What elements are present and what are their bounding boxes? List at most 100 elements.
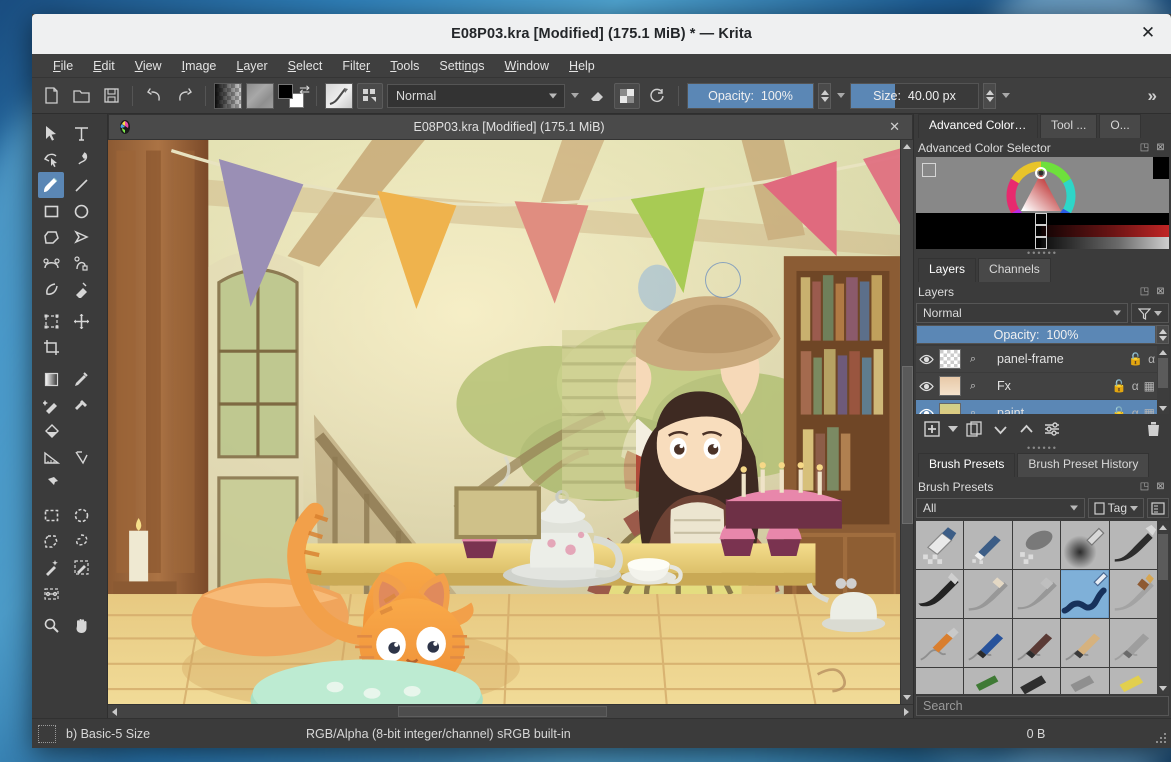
- brush-preset-item[interactable]: [1061, 521, 1108, 569]
- edit-brush-settings-icon[interactable]: [357, 83, 383, 109]
- vertical-scroll-thumb[interactable]: [902, 366, 913, 524]
- delete-layer-button[interactable]: [1141, 418, 1165, 440]
- brush-preset-item[interactable]: [1110, 668, 1157, 694]
- brush-preset-item[interactable]: [1110, 619, 1157, 667]
- foreground-background-color-icon[interactable]: ⇄: [278, 83, 308, 109]
- brush-preset-item[interactable]: [964, 570, 1011, 618]
- shade-row-1[interactable]: [916, 213, 1169, 225]
- resize-grip-icon[interactable]: [1154, 731, 1168, 745]
- brush-preset-item[interactable]: [1061, 668, 1108, 694]
- window-close-button[interactable]: ✕: [1135, 21, 1161, 47]
- blending-mode-combo[interactable]: Normal: [387, 84, 565, 108]
- layer-alpha-icon[interactable]: α: [1132, 379, 1139, 393]
- close-docker-icon[interactable]: ⊠: [1154, 285, 1167, 298]
- add-tag-button[interactable]: Tag: [1088, 498, 1144, 518]
- freehand-brush-tool[interactable]: [38, 172, 64, 198]
- fill-tool[interactable]: [38, 418, 64, 444]
- brush-preset-item[interactable]: [1013, 668, 1060, 694]
- layer-alpha-icon[interactable]: α: [1148, 352, 1155, 366]
- layer-filter-button[interactable]: [1131, 303, 1169, 323]
- tab-overview[interactable]: O...: [1099, 114, 1140, 138]
- assistant-tool[interactable]: [68, 444, 94, 470]
- brush-preset-item[interactable]: [1110, 570, 1157, 618]
- polygon-tool[interactable]: [38, 224, 64, 250]
- brush-preset-item[interactable]: [1110, 521, 1157, 569]
- dynamic-brush-tool[interactable]: [38, 276, 64, 302]
- scroll-up-icon[interactable]: [901, 140, 914, 153]
- layer-style-icon[interactable]: ▦: [1144, 406, 1155, 414]
- opacity-slider[interactable]: Opacity: 100%: [687, 83, 814, 109]
- select-shapes-tool[interactable]: [38, 120, 64, 146]
- rectangle-tool[interactable]: [38, 198, 64, 224]
- rectangular-selection-tool[interactable]: [38, 502, 64, 528]
- layer-blending-mode-combo[interactable]: Normal: [916, 303, 1128, 323]
- close-docker-icon[interactable]: ⊠: [1154, 141, 1167, 154]
- text-tool[interactable]: [68, 120, 94, 146]
- shade-row-2[interactable]: [916, 225, 1169, 237]
- brush-preset-item[interactable]: [1061, 619, 1108, 667]
- menu-settings[interactable]: Settings: [430, 56, 493, 76]
- layer-opacity-slider[interactable]: Opacity: 100%: [916, 325, 1156, 344]
- edit-shapes-tool[interactable]: [38, 146, 64, 172]
- table-row[interactable]: ⌕ panel-frame 🔓 α: [916, 346, 1169, 373]
- float-docker-icon[interactable]: ◳: [1138, 285, 1151, 298]
- size-extra-arrow[interactable]: [1000, 83, 1011, 109]
- tab-layers[interactable]: Layers: [918, 258, 976, 282]
- brush-preset-preview-icon[interactable]: [325, 83, 353, 109]
- save-floppy-icon[interactable]: [98, 83, 124, 109]
- preset-scroll-thumb[interactable]: [1158, 534, 1168, 580]
- smart-patch-tool[interactable]: [68, 392, 94, 418]
- brush-preset-item[interactable]: [964, 619, 1011, 667]
- menu-select[interactable]: Select: [279, 56, 332, 76]
- polyline-tool[interactable]: [68, 224, 94, 250]
- redo-arrow-icon[interactable]: [171, 83, 197, 109]
- canvas-horizontal-scrollbar[interactable]: [108, 704, 913, 718]
- undo-arrow-icon[interactable]: [141, 83, 167, 109]
- alpha-lock-icon[interactable]: [614, 83, 640, 109]
- menu-edit[interactable]: Edit: [84, 56, 124, 76]
- brush-preset-item[interactable]: [916, 570, 963, 618]
- scroll-down-icon[interactable]: [1157, 402, 1169, 414]
- brush-preset-item[interactable]: [964, 668, 1011, 694]
- menu-filter[interactable]: Filter: [333, 56, 379, 76]
- brush-preset-item[interactable]: [1013, 570, 1060, 618]
- bezier-curve-tool[interactable]: [38, 250, 64, 276]
- float-docker-icon[interactable]: ◳: [1138, 480, 1151, 493]
- layer-name[interactable]: paint: [985, 406, 1108, 414]
- layer-list-scrollbar[interactable]: [1157, 346, 1169, 414]
- brush-preset-item[interactable]: [1013, 521, 1060, 569]
- layer-alpha-icon[interactable]: α: [1132, 406, 1139, 414]
- brush-preset-item[interactable]: [964, 521, 1011, 569]
- scroll-down-icon[interactable]: [1157, 682, 1169, 694]
- move-layer-down-button[interactable]: [988, 418, 1012, 440]
- measure-tool[interactable]: [38, 444, 64, 470]
- size-spinner[interactable]: [983, 83, 996, 109]
- pattern-swatch-icon[interactable]: [246, 83, 274, 109]
- document-tab-close[interactable]: ✕: [885, 119, 904, 135]
- docker-splitter-2[interactable]: ••••••: [914, 444, 1171, 453]
- colorize-mask-tool[interactable]: [38, 392, 64, 418]
- current-color-swatch[interactable]: [1153, 157, 1169, 179]
- layer-list[interactable]: ⌕ panel-frame 🔓 α ⌕ Fx 🔓: [916, 346, 1169, 414]
- ellipse-tool[interactable]: [68, 198, 94, 224]
- reference-images-tool[interactable]: [38, 470, 64, 496]
- color-shade-rows[interactable]: [916, 213, 1169, 249]
- bezier-selection-tool[interactable]: [38, 580, 64, 606]
- search-input[interactable]: [923, 699, 1162, 713]
- tab-brush-presets[interactable]: Brush Presets: [918, 453, 1015, 477]
- opacity-extra-arrow[interactable]: [835, 83, 846, 109]
- layer-visibility-icon[interactable]: [918, 378, 935, 395]
- layer-style-icon[interactable]: ▦: [1144, 379, 1155, 393]
- freehand-path-tool[interactable]: [68, 250, 94, 276]
- brush-preset-scrollbar[interactable]: [1157, 521, 1169, 694]
- transform-tool[interactable]: [38, 308, 64, 334]
- tab-brush-preset-history[interactable]: Brush Preset History: [1017, 453, 1149, 477]
- zoom-tool[interactable]: [38, 612, 64, 638]
- add-layer-button[interactable]: [920, 418, 944, 440]
- scroll-up-icon[interactable]: [1157, 346, 1169, 358]
- tab-channels[interactable]: Channels: [978, 258, 1051, 282]
- scroll-left-icon[interactable]: [108, 705, 121, 718]
- eraser-toggle-icon[interactable]: [584, 83, 610, 109]
- scroll-right-icon[interactable]: [900, 705, 913, 718]
- layer-visibility-icon[interactable]: [918, 351, 935, 368]
